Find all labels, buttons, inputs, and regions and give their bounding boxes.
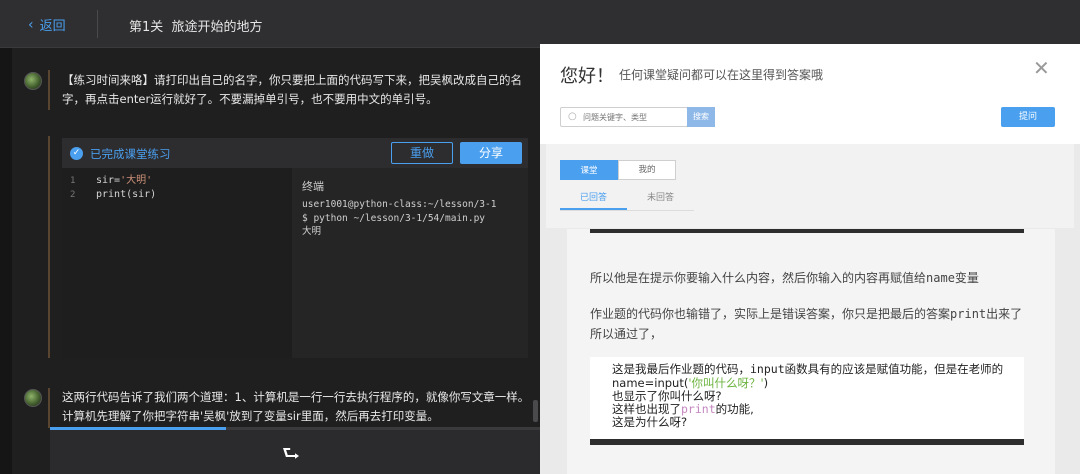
- back-button[interactable]: ‹ 返回: [28, 15, 66, 35]
- terminal-output: user1001@python-class:~/lesson/3-1 $ pyt…: [302, 199, 497, 237]
- lesson-title: 第1关 旅途开始的地方: [129, 20, 263, 35]
- share-button[interactable]: 分享: [460, 142, 522, 164]
- active-tab-indicator: [560, 208, 627, 210]
- search-box: ○: [560, 107, 688, 127]
- qa-panel: 您好！ 任何课堂疑问都可以在这里得到答案哦 ✕ ○ 搜索 提问 课堂 我的 已回…: [540, 44, 1080, 474]
- code-text: print(sir): [96, 189, 157, 200]
- redo-button[interactable]: 重做: [391, 142, 453, 164]
- next-arrow-icon[interactable]: ⮑: [282, 439, 300, 473]
- lesson-panel: 【练习时间来咯】请打印出自己的名字，你只要把上面的代码写下来，把吴枫改成自己的名…: [0, 48, 540, 474]
- top-bar: ‹ 返回 第1关 旅途开始的地方: [0, 0, 1080, 48]
- search-icon: ○: [568, 111, 577, 122]
- terminal-title: 终端: [302, 180, 324, 193]
- search-button[interactable]: 搜索: [687, 107, 715, 127]
- segment-class[interactable]: 课堂: [560, 160, 618, 180]
- exercise-header: ✓ 已完成课堂练习 重做 分享: [62, 138, 528, 168]
- answer-card: 所以他是在提示你要输入什么内容，然后你输入的内容再赋值给name变量 作业题的代…: [567, 229, 1055, 474]
- bottom-bar: ⮑: [50, 430, 540, 474]
- snippet-line: 这是我最后作业题的代码，input函数具有的应该是赋值功能，但是在老师的: [612, 362, 1004, 376]
- chat-message: 【练习时间来咯】请打印出自己的名字，你只要把上面的代码写下来，把吴枫改成自己的名…: [62, 73, 522, 106]
- code-editor[interactable]: 1 sir='大明' 2 print(sir): [62, 168, 292, 358]
- code-text: sir='大明': [96, 175, 153, 186]
- tab-answered[interactable]: 已回答: [560, 190, 627, 210]
- avatar: [24, 72, 42, 90]
- scrollbar-thumb[interactable]: [533, 400, 538, 422]
- chevron-left-icon: ‹: [28, 16, 34, 33]
- answer-paragraph: 作业题的代码你也输错了，实际上是错误答案，你只是把最后的答案print出来了所以…: [590, 307, 1023, 341]
- divider: [97, 10, 98, 38]
- search-input[interactable]: [583, 108, 683, 126]
- ask-question-button[interactable]: 提问: [1001, 107, 1055, 127]
- line-number: 1: [70, 176, 76, 186]
- code-block-edge: [590, 229, 1024, 233]
- qa-content: 课堂 我的 已回答 未回答 所以他是在提示你要输入什么内容，然后你输入的内容再赋…: [540, 144, 1080, 474]
- close-icon[interactable]: ✕: [1033, 56, 1050, 80]
- qa-filter-box: 课堂 我的 已回答 未回答: [546, 144, 1074, 228]
- exercise-card: ✓ 已完成课堂练习 重做 分享 1 sir='大明' 2 print(sir) …: [62, 138, 528, 358]
- snippet-line: 这是为什么呀?: [612, 415, 688, 429]
- answer-paragraph: 所以他是在提示你要输入什么内容，然后你输入的内容再赋值给name变量: [590, 271, 979, 285]
- check-circle-icon: ✓: [70, 147, 83, 160]
- code-block-edge: [590, 439, 1024, 445]
- message-accent-line: [48, 388, 50, 428]
- tab-divider: [560, 210, 694, 211]
- exercise-status: 已完成课堂练习: [90, 147, 171, 161]
- left-gutter: [0, 48, 12, 474]
- exercise-accent-line: [48, 136, 50, 358]
- message-accent-line: [48, 70, 50, 110]
- tab-unanswered[interactable]: 未回答: [627, 190, 694, 210]
- quoted-snippet: 这是我最后作业题的代码，input函数具有的应该是赋值功能，但是在老师的 nam…: [590, 357, 1024, 439]
- back-label: 返回: [39, 19, 66, 34]
- qa-greeting: 您好！: [560, 66, 614, 87]
- avatar: [24, 389, 42, 407]
- chat-message: 这两行代码告诉了我们两个道理：1、计算机是一行一行去执行程序的，就像你写文章一样…: [62, 390, 530, 423]
- terminal: 终端 user1001@python-class:~/lesson/3-1 $ …: [292, 168, 528, 358]
- qa-subtitle: 任何课堂疑问都可以在这里得到答案哦: [619, 68, 824, 82]
- line-number: 2: [70, 190, 76, 200]
- segment-mine[interactable]: 我的: [618, 160, 676, 180]
